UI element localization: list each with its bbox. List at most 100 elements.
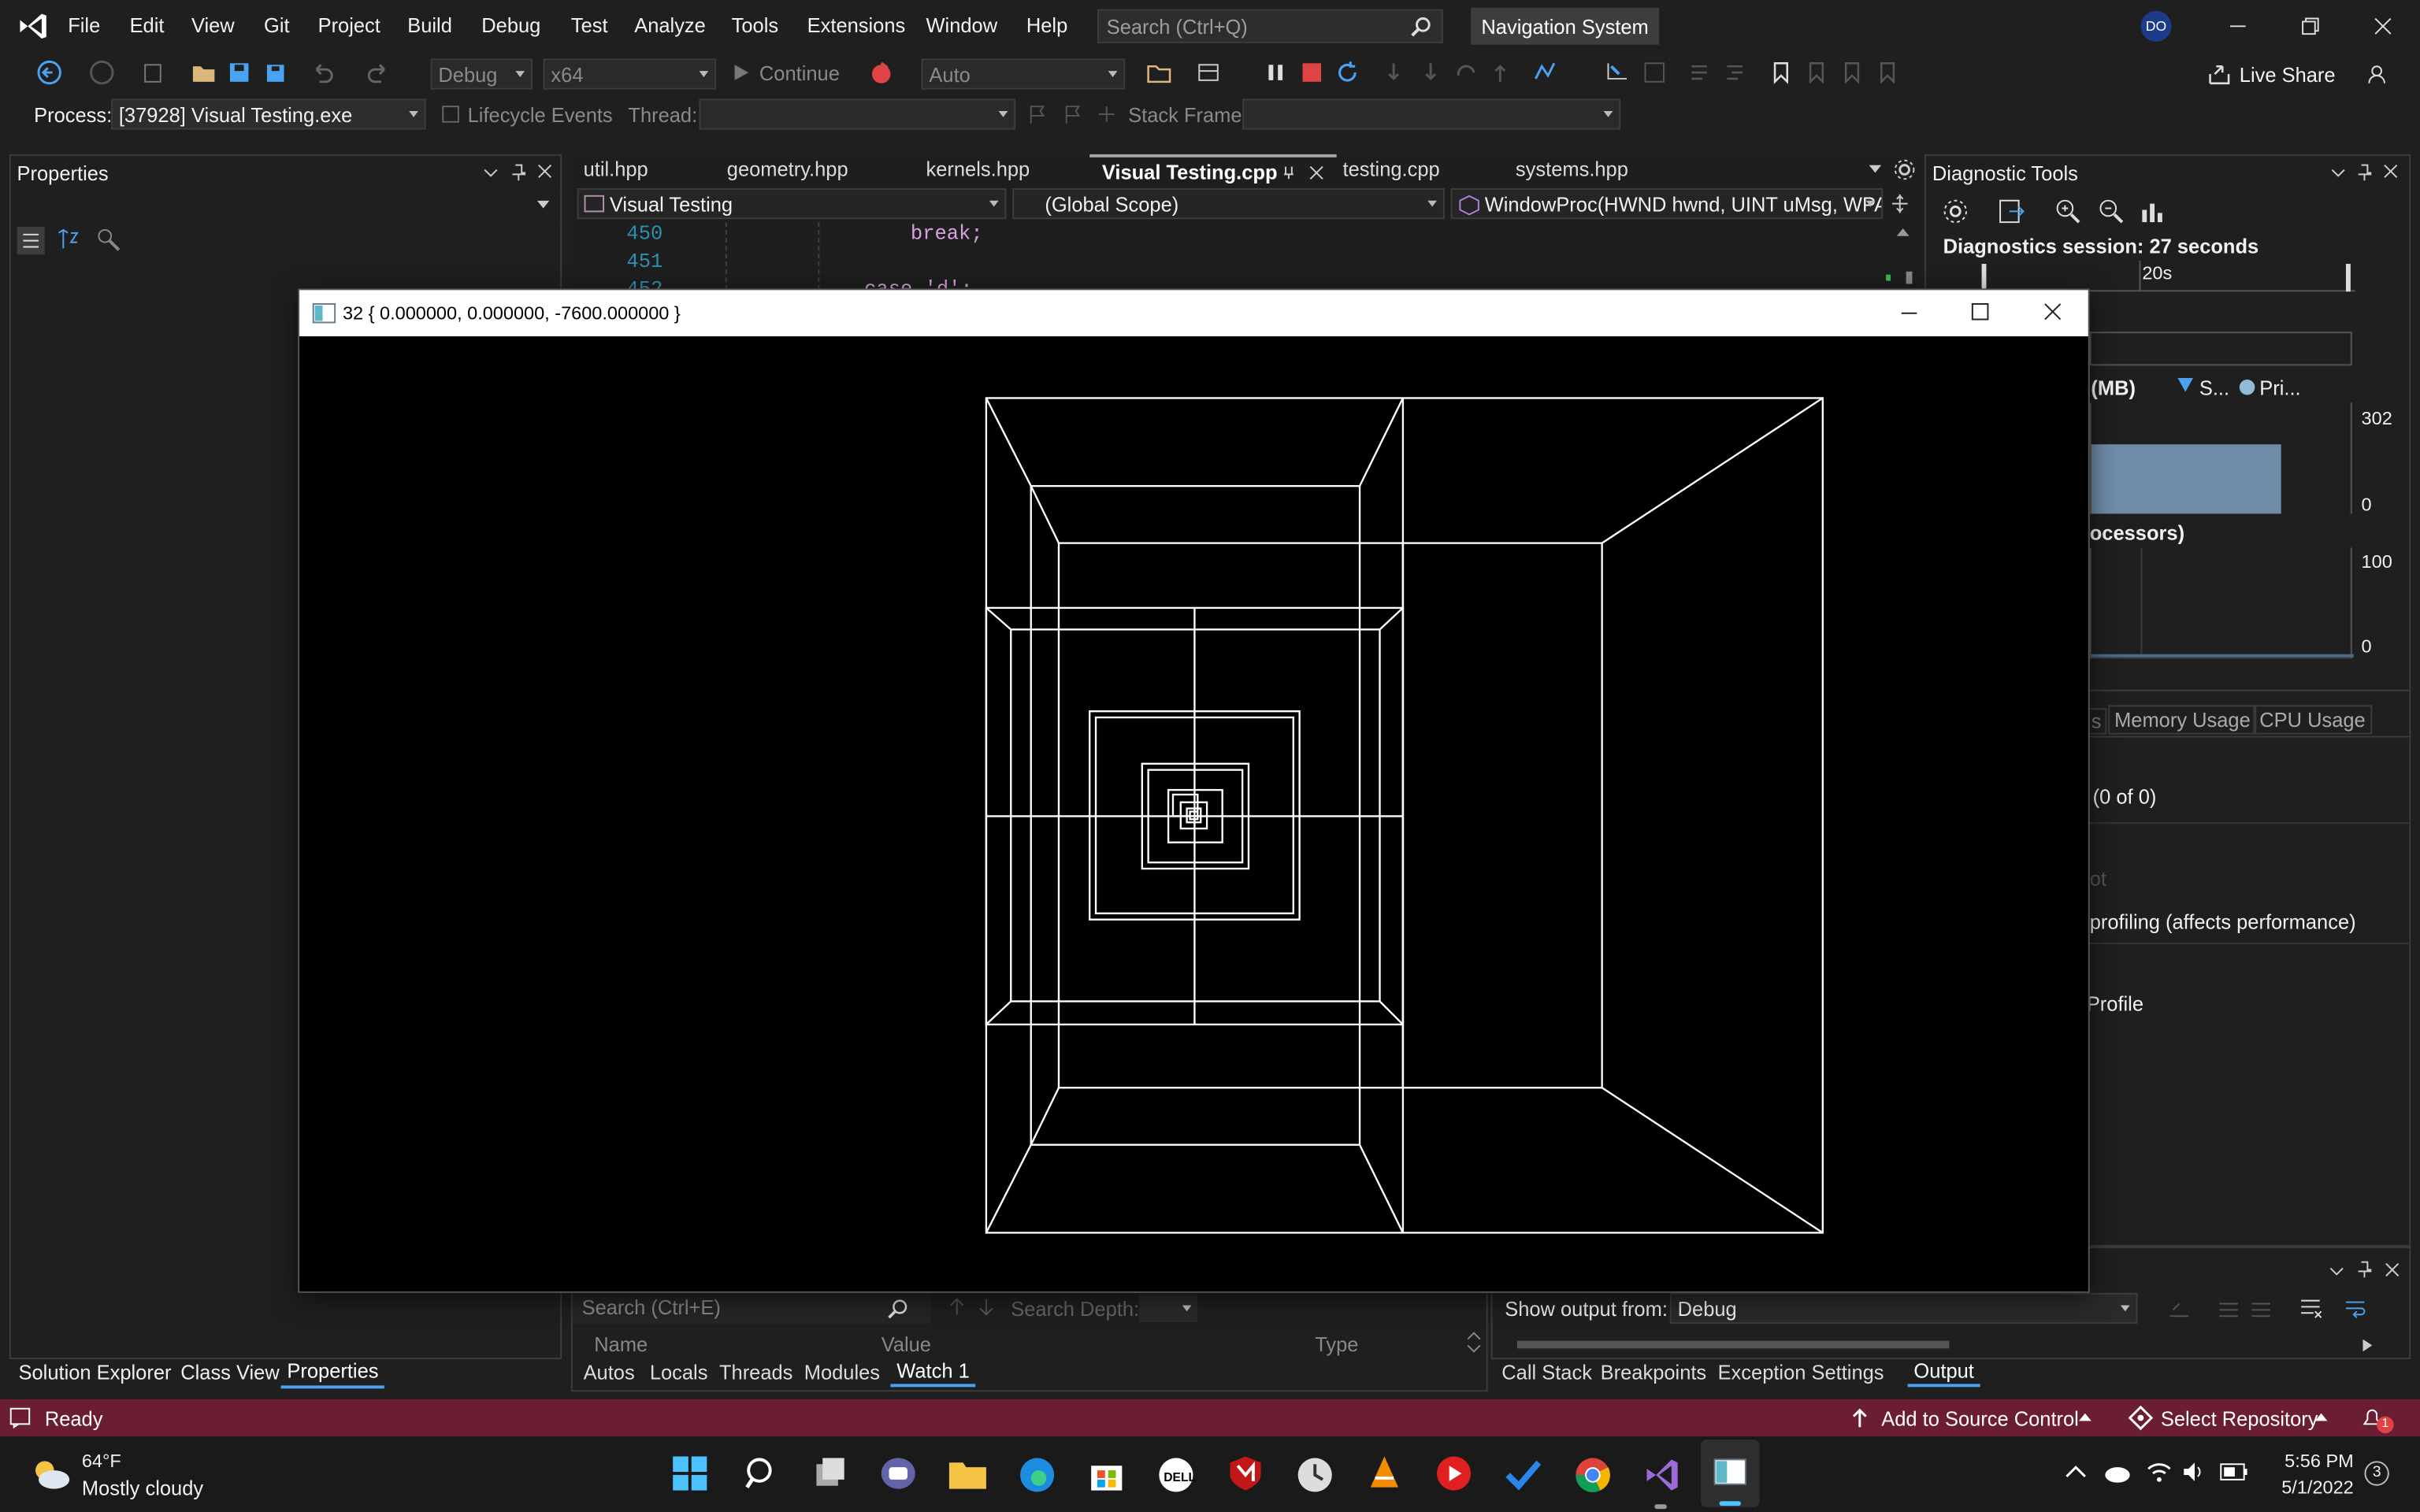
editor-scrollbar[interactable] xyxy=(1886,222,1914,291)
find-message-icon[interactable] xyxy=(2167,1298,2192,1319)
comment-icon[interactable] xyxy=(1687,60,1711,84)
tab-breakpoints[interactable]: Breakpoints xyxy=(1601,1361,1707,1384)
select-repository-button[interactable]: Select Repository xyxy=(2161,1407,2318,1430)
menu-git[interactable]: Git xyxy=(264,14,290,37)
alphabetical-icon[interactable] xyxy=(54,227,82,254)
step-over-icon[interactable] xyxy=(1420,60,1441,84)
settings-gear-icon[interactable] xyxy=(1942,198,1969,225)
lifecycle-icon[interactable] xyxy=(440,103,461,124)
split-editor-icon[interactable] xyxy=(1889,193,1910,214)
tab-watch-1[interactable]: Watch 1 xyxy=(890,1358,976,1388)
heap-profiling-option[interactable]: profiling (affects performance) xyxy=(2090,910,2356,933)
menu-debug[interactable]: Debug xyxy=(481,14,540,37)
visual-studio-icon[interactable] xyxy=(1642,1455,1683,1495)
tab-autos[interactable]: Autos xyxy=(584,1361,635,1384)
stack-frame-select[interactable] xyxy=(1242,98,1621,130)
redo-icon[interactable] xyxy=(366,60,390,84)
flag-all-icon[interactable] xyxy=(1062,103,1083,124)
close-panel-icon[interactable] xyxy=(2385,1262,2400,1278)
menu-edit[interactable]: Edit xyxy=(130,14,165,37)
tab-threads[interactable]: Threads xyxy=(719,1361,792,1384)
add-to-source-control-button[interactable]: Add to Source Control xyxy=(1881,1407,2079,1430)
chevron-up-icon[interactable] xyxy=(2314,1413,2328,1423)
memory-chart[interactable] xyxy=(2089,402,2352,514)
thread-select[interactable] xyxy=(699,98,1016,130)
menu-window[interactable]: Window xyxy=(926,14,998,37)
settings-gear-icon[interactable] xyxy=(1894,159,1915,180)
forward-icon[interactable] xyxy=(90,60,114,85)
pin-icon[interactable] xyxy=(510,162,526,183)
tab-locals[interactable]: Locals xyxy=(650,1361,708,1384)
tab-overflow-icon[interactable] xyxy=(1869,165,1882,175)
categorized-icon[interactable] xyxy=(17,227,45,255)
back-icon[interactable] xyxy=(37,60,61,85)
menu-extensions[interactable]: Extensions xyxy=(807,14,906,37)
save-icon[interactable] xyxy=(227,60,251,84)
battery-icon[interactable] xyxy=(2219,1461,2250,1482)
col-type[interactable]: Type xyxy=(1315,1333,1358,1356)
search-input[interactable]: Search (Ctrl+Q) xyxy=(1097,9,1443,43)
search-down-icon[interactable] xyxy=(977,1296,996,1317)
prev-bookmark-icon[interactable] xyxy=(1806,60,1827,84)
cpu-chart[interactable] xyxy=(2089,547,2354,659)
tab-util-hpp[interactable]: util.hpp xyxy=(584,158,648,188)
pin-icon[interactable] xyxy=(2357,1259,2373,1280)
scope-combo[interactable]: (Global Scope) xyxy=(1012,188,1445,220)
visual-studio-logo-icon[interactable] xyxy=(16,9,50,43)
col-value[interactable]: Value xyxy=(882,1333,931,1356)
zoom-out-icon[interactable] xyxy=(2098,198,2125,225)
tab-modules[interactable]: Modules xyxy=(804,1361,880,1384)
clear-all-icon[interactable] xyxy=(2298,1296,2322,1321)
lifecycle-events-button[interactable]: Lifecycle Events xyxy=(468,103,613,126)
hex-display-icon[interactable] xyxy=(1532,60,1557,84)
tab-geometry-hpp[interactable]: geometry.hpp xyxy=(727,158,848,188)
timeline-ruler[interactable]: 20s xyxy=(1981,261,2355,292)
tab-testing-cpp[interactable]: testing.cpp xyxy=(1342,158,1439,188)
pin-icon[interactable] xyxy=(2357,162,2373,183)
wifi-icon[interactable] xyxy=(2145,1459,2173,1484)
search-depth-select[interactable] xyxy=(1138,1294,1198,1323)
prev-message-icon[interactable] xyxy=(2216,1298,2240,1319)
window-layout-icon[interactable] xyxy=(1642,60,1667,84)
minimize-icon[interactable] xyxy=(2227,16,2248,37)
zoom-in-icon[interactable] xyxy=(2054,198,2082,225)
hot-reload-icon[interactable] xyxy=(867,58,895,86)
menu-build[interactable]: Build xyxy=(407,14,452,37)
auto-select[interactable]: Auto xyxy=(921,58,1126,90)
app-maximize-icon[interactable] xyxy=(1969,301,1991,322)
platform-select[interactable]: x64 xyxy=(543,58,717,90)
app-minimize-icon[interactable] xyxy=(1899,302,1920,324)
search-up-icon[interactable] xyxy=(948,1296,967,1317)
app-title-bar[interactable]: 32 { 0.000000, 0.000000, -7600.000000 } xyxy=(299,290,2088,337)
project-combo[interactable]: Visual Testing xyxy=(577,188,1007,220)
dell-icon[interactable]: DELL xyxy=(1156,1455,1196,1495)
flag-icon[interactable] xyxy=(1026,103,1048,124)
app-taskbar-button[interactable] xyxy=(1701,1439,1760,1508)
teams-chat-icon[interactable] xyxy=(878,1455,919,1492)
file-explorer-icon[interactable] xyxy=(948,1455,988,1492)
weather-cloud-icon[interactable] xyxy=(29,1458,72,1492)
restart-icon[interactable] xyxy=(1335,60,1360,84)
step-into-icon[interactable] xyxy=(1383,60,1404,84)
clock-time[interactable]: 5:56 PM xyxy=(2285,1451,2354,1472)
search-icon[interactable] xyxy=(742,1455,779,1492)
application-insights-icon[interactable] xyxy=(1196,60,1220,84)
menu-analyze[interactable]: Analyze xyxy=(634,14,706,37)
volume-icon[interactable] xyxy=(2181,1459,2208,1484)
word-wrap-icon[interactable] xyxy=(2343,1296,2367,1321)
reset-zoom-icon[interactable] xyxy=(2139,198,2166,225)
properties-object-select[interactable] xyxy=(12,189,559,221)
bookmark-icon[interactable] xyxy=(1770,60,1791,84)
undo-icon[interactable] xyxy=(310,60,335,84)
threads-icon[interactable] xyxy=(1096,103,1117,124)
menu-file[interactable]: File xyxy=(68,14,100,37)
user-avatar[interactable]: DO xyxy=(2140,10,2172,42)
tab-exception-settings[interactable]: Exception Settings xyxy=(1718,1361,1884,1384)
folder-sync-icon[interactable] xyxy=(1147,60,1171,84)
solution-name[interactable]: Navigation System xyxy=(1471,7,1660,45)
col-name[interactable]: Name xyxy=(594,1333,648,1356)
feedback-icon[interactable] xyxy=(2364,61,2388,86)
output-source-select[interactable]: Debug xyxy=(1669,1292,2138,1324)
pause-icon[interactable] xyxy=(1266,61,1287,83)
close-panel-icon[interactable] xyxy=(2383,164,2399,180)
